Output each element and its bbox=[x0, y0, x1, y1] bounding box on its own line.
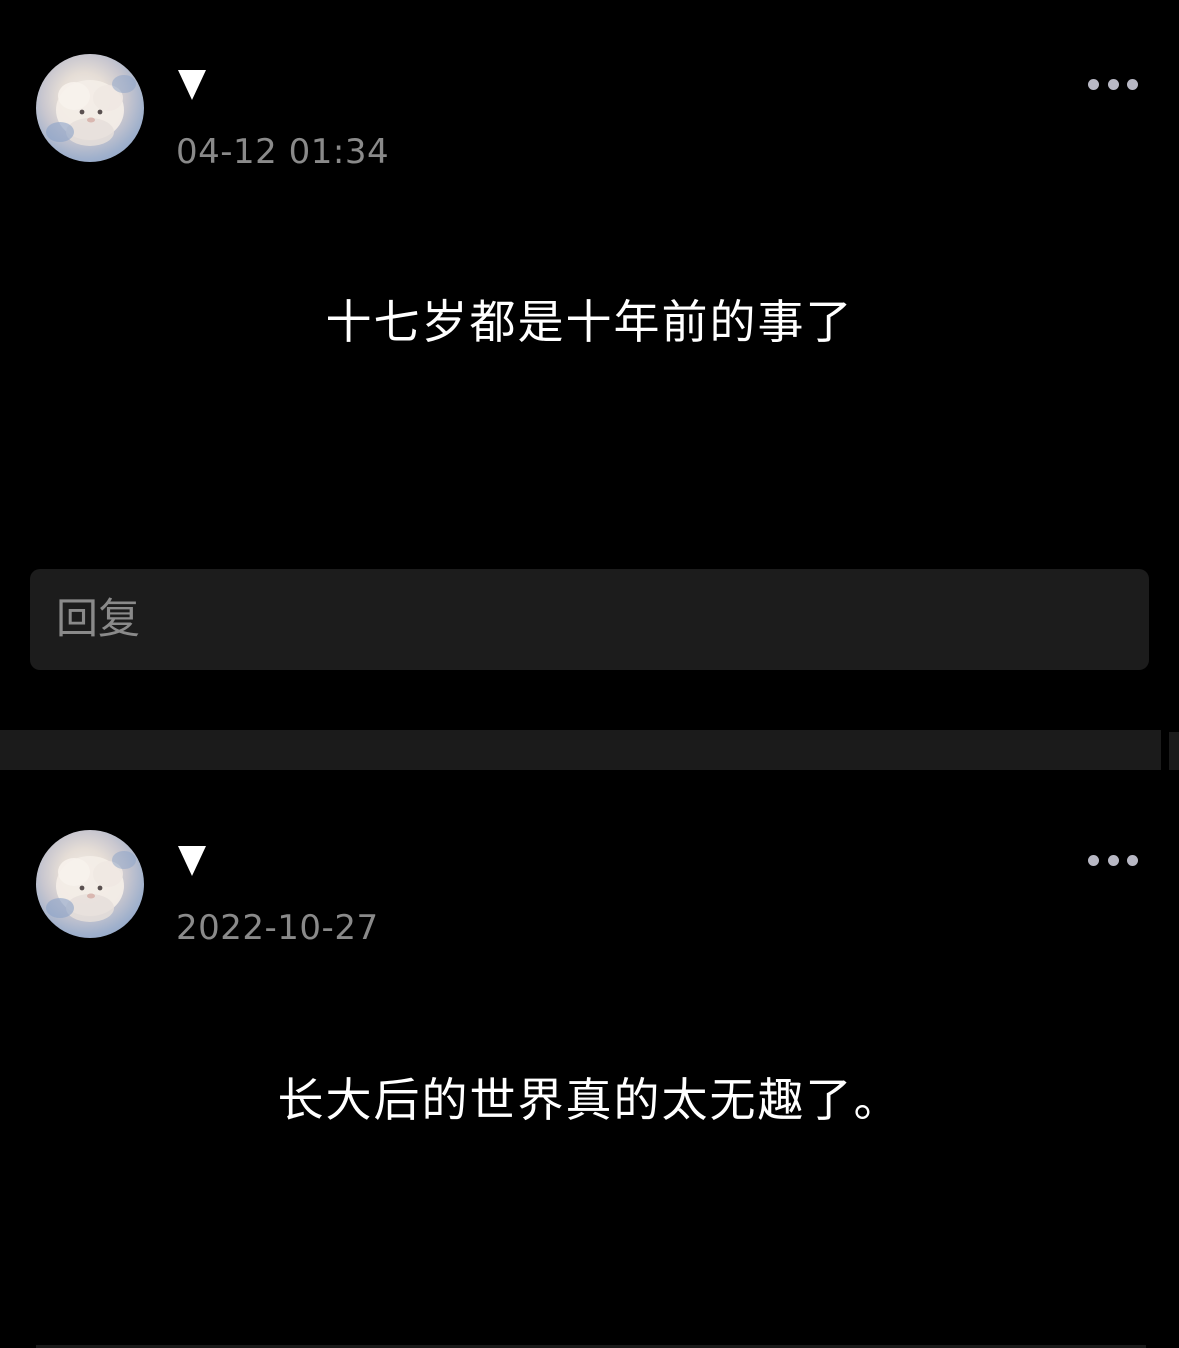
post-content: 十七岁都是十年前的事了 bbox=[325, 295, 854, 349]
post-content: 长大后的世界真的太无趣了。 bbox=[277, 1073, 902, 1127]
down-triangle-icon bbox=[178, 70, 206, 100]
post-timestamp: 2022-10-27 bbox=[176, 908, 379, 948]
avatar[interactable] bbox=[36, 830, 144, 938]
more-dot bbox=[1127, 854, 1138, 866]
post-timestamp: 04-12 01:34 bbox=[176, 132, 390, 172]
avatar[interactable] bbox=[36, 54, 144, 162]
more-options-button[interactable] bbox=[1088, 74, 1138, 94]
scrollbar-edge bbox=[1169, 732, 1179, 770]
more-dot bbox=[1107, 854, 1119, 866]
more-dot bbox=[1127, 78, 1138, 90]
more-dot bbox=[1088, 78, 1099, 90]
more-options-button[interactable] bbox=[1088, 850, 1138, 870]
username-icon[interactable] bbox=[176, 844, 208, 878]
more-dot bbox=[1088, 854, 1099, 866]
down-triangle-icon bbox=[178, 846, 206, 876]
username-icon[interactable] bbox=[176, 68, 208, 102]
post-card: 04-12 01:34 十七岁都是十年前的事了 回复 bbox=[0, 0, 1179, 730]
reply-input[interactable]: 回复 bbox=[30, 569, 1149, 670]
section-divider bbox=[0, 730, 1161, 770]
post-card: 2022-10-27 长大后的世界真的太无趣了。 bbox=[0, 770, 1179, 1348]
more-dot bbox=[1107, 78, 1119, 90]
fluffy-creature-icon bbox=[46, 75, 136, 146]
fluffy-creature-icon bbox=[46, 851, 136, 922]
reply-placeholder: 回复 bbox=[56, 594, 141, 643]
